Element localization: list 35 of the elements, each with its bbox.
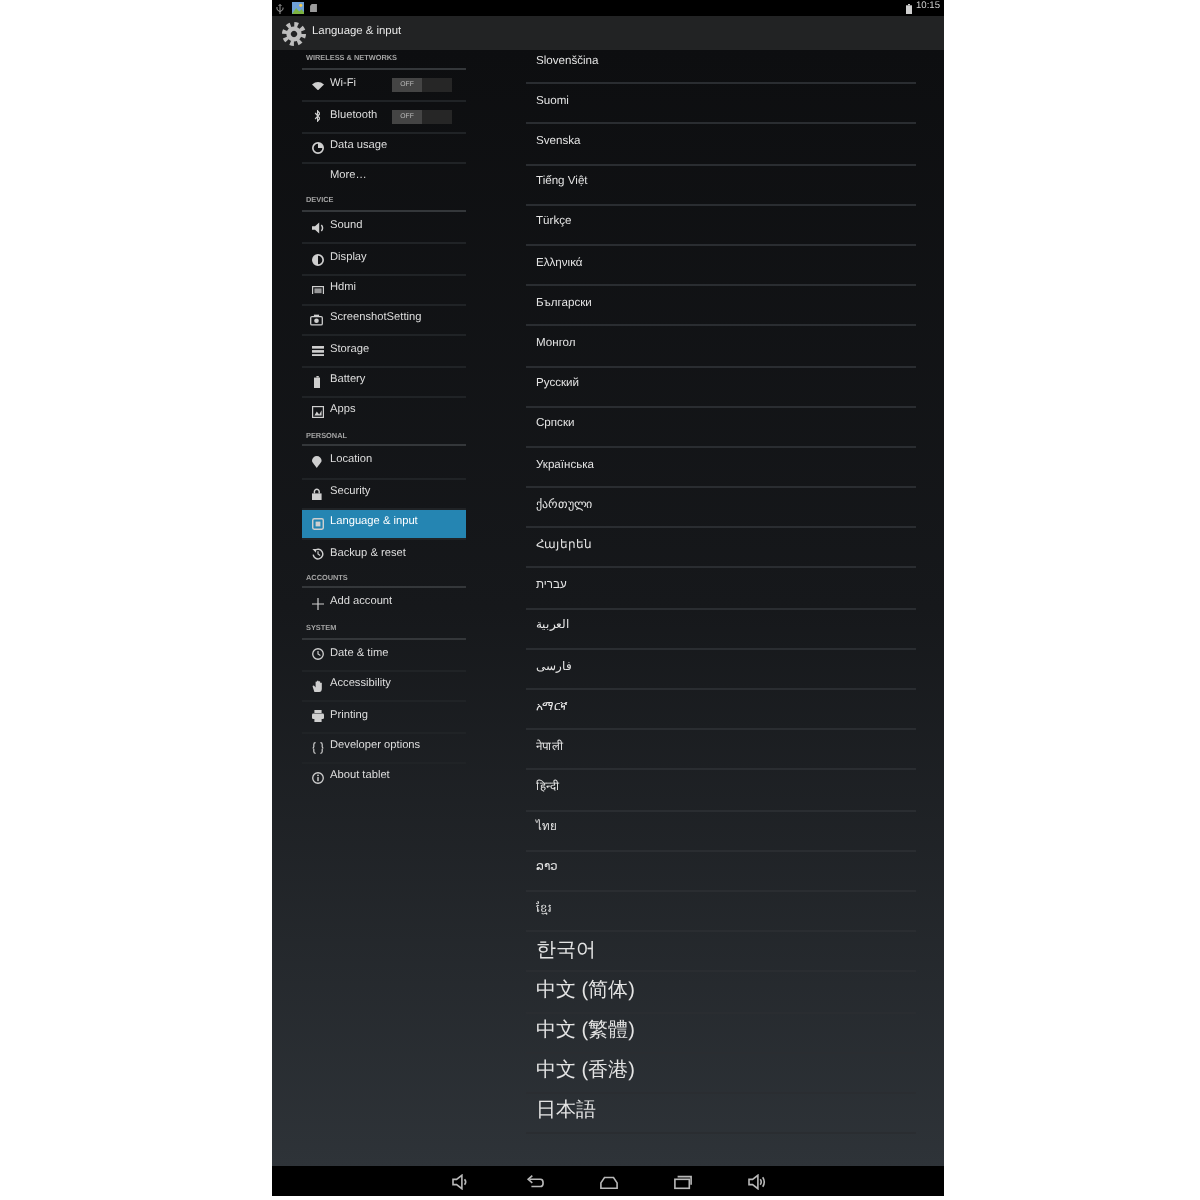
image-icon — [292, 2, 304, 14]
recent-apps-icon[interactable] — [673, 1173, 691, 1189]
language-item[interactable]: 中文 (简体) — [526, 972, 916, 1013]
home-icon[interactable] — [599, 1173, 617, 1189]
stacked-bars-icon — [311, 345, 323, 357]
battery-icon — [313, 375, 321, 388]
info-icon — [311, 772, 323, 785]
camera-icon — [310, 314, 324, 327]
usb-icon — [276, 3, 284, 13]
settings-icon[interactable] — [282, 21, 306, 45]
printer-icon — [311, 710, 323, 723]
language-item[interactable]: 中文 (香港) — [526, 1053, 916, 1094]
contrast-icon — [311, 253, 323, 266]
bluetooth-icon — [313, 110, 321, 123]
pie-chart-icon — [311, 141, 323, 154]
back-icon[interactable] — [525, 1173, 543, 1189]
language-item[interactable]: 한국어 — [526, 932, 916, 973]
picture-frame-icon — [311, 406, 323, 419]
battery-icon — [905, 3, 912, 13]
lock-icon — [312, 487, 322, 500]
sd-card-icon — [310, 3, 317, 13]
keyboard-key-icon — [311, 518, 323, 530]
location-pin-icon — [312, 455, 322, 468]
history-icon — [311, 548, 323, 561]
language-item[interactable]: 中文 (繁體) — [526, 1013, 916, 1054]
volume-up-icon[interactable] — [747, 1173, 765, 1189]
monitor-icon — [311, 285, 323, 295]
language-item[interactable]: 日本語 — [526, 1093, 916, 1135]
wifi-icon — [311, 81, 323, 90]
hand-icon — [311, 680, 323, 693]
speaker-icon — [311, 221, 323, 234]
braces-icon — [311, 741, 323, 754]
plus-icon — [311, 598, 323, 611]
volume-down-icon[interactable] — [451, 1173, 469, 1189]
clock-icon — [311, 648, 323, 661]
